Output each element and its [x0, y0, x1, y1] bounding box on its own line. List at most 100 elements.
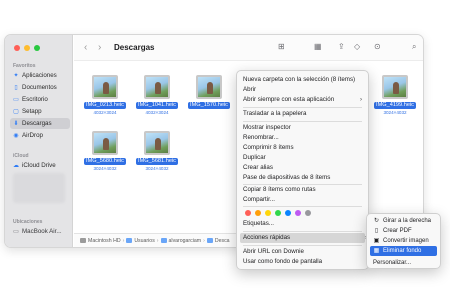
path-item[interactable]: Usuarios — [134, 238, 154, 244]
forward-button[interactable]: › — [98, 42, 101, 53]
remove-background-icon: ▦ — [373, 248, 380, 254]
menu-item-trash[interactable]: Trasladar a la papelera — [243, 109, 360, 119]
path-item[interactable]: alvarogarciam — [169, 238, 202, 244]
file-item[interactable]: IMG_0213.heic 4032×3024 — [84, 75, 126, 115]
file-thumbnail — [144, 131, 170, 155]
submenu-item-remove-background[interactable]: ▦ Eliminar fondo — [370, 246, 437, 256]
sidebar-item-descargas[interactable]: ⬇ Descargas — [10, 118, 70, 129]
sidebar: Favoritos ✦ Aplicaciones ▯ Documentos ▭ … — [5, 35, 73, 247]
menu-item-rename[interactable]: Renombrar... — [243, 133, 360, 143]
sidebar-item-label: Escritorio — [22, 96, 48, 103]
menu-item-inspector[interactable]: Mostrar inspector — [243, 123, 360, 133]
menu-item-downie[interactable]: Abrir URL con Downie — [243, 247, 360, 257]
back-button[interactable]: ‹ — [84, 42, 87, 53]
blurred-area — [13, 173, 65, 203]
tag-colors — [245, 210, 311, 216]
sidebar-item-label: Descargas — [22, 120, 52, 127]
path-separator: › — [122, 237, 125, 244]
pdf-icon: ▯ — [374, 228, 379, 234]
submenu-item-convert[interactable]: ▣ Convertir imagen — [370, 236, 437, 246]
group-view-icon[interactable]: ▦ — [314, 42, 322, 51]
sidebar-item-icloud-drive[interactable]: ☁ iCloud Drive — [10, 160, 70, 171]
laptop-icon: ▭ — [13, 228, 19, 235]
menu-item-new-folder[interactable]: Nueva carpeta con la selección (8 ítems) — [243, 75, 360, 85]
sidebar-heading-icloud: iCloud — [13, 153, 29, 159]
file-name: IMG_1570.heic — [188, 102, 230, 109]
desktop-icon: ▭ — [13, 96, 19, 103]
folder-icon — [206, 238, 213, 243]
menu-item-open[interactable]: Abrir — [243, 85, 360, 95]
file-name: IMG_5681.heic — [136, 158, 178, 165]
close-button[interactable] — [14, 45, 20, 51]
file-item[interactable]: IMG_1041.heic 4032×3024 — [136, 75, 178, 115]
tag-gray-dot[interactable] — [305, 210, 311, 216]
file-name: IMG_4199.heic — [374, 102, 416, 109]
menu-divider — [243, 121, 362, 122]
file-dimensions: 4032×3024 — [145, 110, 169, 115]
submenu-item-label: Crear PDF — [383, 228, 412, 234]
share-icon[interactable]: ⇪ — [338, 42, 345, 51]
more-icon[interactable]: ⊙ — [374, 42, 381, 51]
menu-item-slideshow[interactable]: Pase de diapositivas de 8 ítems — [243, 173, 360, 183]
sidebar-item-label: Aplicaciones — [22, 72, 57, 79]
tag-orange-dot[interactable] — [255, 210, 261, 216]
file-thumbnail — [144, 75, 170, 99]
sidebar-item-label: iCloud Drive — [22, 162, 56, 169]
menu-item-label: Acciones rápidas — [243, 234, 291, 241]
path-separator: › — [156, 237, 159, 244]
submenu-item-rotate[interactable]: ↻ Girar a la derecha — [370, 216, 437, 226]
menu-item-copy-paths[interactable]: Copiar 8 ítems como rutas — [243, 185, 360, 195]
window-controls — [14, 45, 40, 51]
menu-item-compress[interactable]: Comprimir 8 ítems — [243, 143, 360, 153]
sidebar-item-aplicaciones[interactable]: ✦ Aplicaciones — [10, 70, 70, 81]
quick-actions-submenu: ↻ Girar a la derecha ▯ Crear PDF ▣ Conve… — [366, 213, 441, 269]
sidebar-item-label: Documentos — [22, 84, 57, 91]
file-item[interactable]: IMG_4199.heic 3024×4032 — [374, 75, 416, 115]
sidebar-item-airdrop[interactable]: ◉ AirDrop — [10, 130, 70, 141]
submenu-item-label: Eliminar fondo — [383, 248, 422, 254]
path-item[interactable]: Desca — [215, 238, 230, 244]
sidebar-item-label: MacBook Air... — [22, 228, 62, 235]
file-item[interactable]: IMG_5681.heic 3024×4032 — [136, 131, 178, 171]
file-dimensions: 4032×3024 — [93, 110, 117, 115]
file-name: IMG_0213.heic — [84, 102, 126, 109]
tag-yellow-dot[interactable] — [265, 210, 271, 216]
tag-blue-dot[interactable] — [285, 210, 291, 216]
file-thumbnail — [382, 75, 408, 99]
sidebar-item-documentos[interactable]: ▯ Documentos — [10, 82, 70, 93]
disk-icon — [80, 238, 86, 243]
menu-item-wallpaper[interactable]: Usar como fondo de pantalla — [243, 257, 360, 267]
menu-item-tags[interactable]: Etiquetas... — [243, 219, 360, 229]
tag-icon[interactable]: ◇ — [354, 42, 360, 51]
tag-green-dot[interactable] — [275, 210, 281, 216]
submenu-item-customize[interactable]: Personalizar... — [370, 258, 437, 268]
minimize-button[interactable] — [24, 45, 30, 51]
zoom-button[interactable] — [34, 45, 40, 51]
sidebar-item-macbook[interactable]: ▭ MacBook Air... — [10, 226, 70, 237]
menu-item-open-with[interactable]: Abrir siempre con esta aplicación › — [243, 95, 362, 105]
menu-divider — [243, 107, 362, 108]
menu-item-alias[interactable]: Crear alias — [243, 163, 360, 173]
window-title: Descargas — [114, 43, 155, 52]
menu-item-share[interactable]: Compartir... — [243, 195, 360, 205]
document-icon: ▯ — [14, 84, 18, 91]
folder-icon — [126, 238, 133, 243]
path-item[interactable]: Macintosh HD — [88, 238, 121, 244]
menu-divider — [243, 245, 362, 246]
sidebar-item-setapp[interactable]: ▢ Setapp — [10, 106, 70, 117]
menu-item-duplicate[interactable]: Duplicar — [243, 153, 360, 163]
file-item[interactable]: IMG_5680.heic 3024×4032 — [84, 131, 126, 171]
sidebar-item-escritorio[interactable]: ▭ Escritorio — [10, 94, 70, 105]
toolbar: ‹ › Descargas ⊞ ▦ ⇪ ◇ ⊙ ⌕ — [74, 35, 423, 61]
search-icon[interactable]: ⌕ — [412, 42, 416, 52]
file-item[interactable]: IMG_1570.heic — [188, 75, 230, 110]
cloud-icon: ☁ — [13, 162, 19, 169]
path-separator: › — [203, 237, 205, 244]
menu-item-quick-actions[interactable]: Acciones rápidas › — [240, 233, 367, 243]
tag-purple-dot[interactable] — [295, 210, 301, 216]
folder-icon — [160, 238, 167, 243]
icon-view-icon[interactable]: ⊞ — [278, 42, 285, 51]
tag-red-dot[interactable] — [245, 210, 251, 216]
submenu-item-pdf[interactable]: ▯ Crear PDF — [370, 226, 437, 236]
context-menu: Nueva carpeta con la selección (8 ítems)… — [236, 70, 369, 270]
